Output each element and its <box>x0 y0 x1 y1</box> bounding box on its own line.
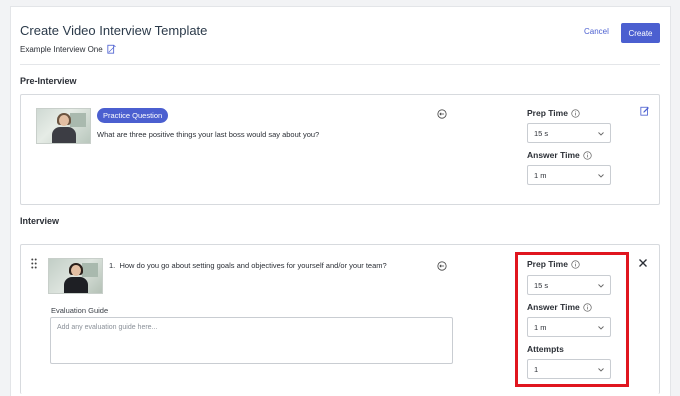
answer-time-select[interactable]: 1 m <box>527 165 611 185</box>
prep-time-label: Prep Time <box>527 108 580 118</box>
create-button[interactable]: Create <box>621 23 660 43</box>
template-name: Example Interview One <box>20 44 117 54</box>
info-icon <box>571 259 580 269</box>
edit-icon[interactable] <box>107 44 117 54</box>
answer-time-select[interactable]: 1 m <box>527 317 611 337</box>
question-text: How do you go about setting goals and ob… <box>119 261 387 270</box>
chevron-down-icon <box>598 368 604 372</box>
prep-time-select[interactable]: 15 s <box>527 275 611 295</box>
chevron-down-icon <box>598 326 604 330</box>
answer-time-label: Answer Time <box>527 302 592 312</box>
divider <box>20 64 660 65</box>
answer-time-label: Answer Time <box>527 150 592 160</box>
video-thumbnail[interactable] <box>36 108 91 144</box>
drag-handle-icon[interactable] <box>31 258 37 269</box>
practice-question-text: What are three positive things your last… <box>97 130 320 139</box>
video-thumbnail[interactable] <box>48 258 103 294</box>
info-icon <box>583 302 592 312</box>
swap-icon[interactable] <box>437 109 447 119</box>
attempts-label: Attempts <box>527 344 564 354</box>
close-icon[interactable] <box>638 258 648 268</box>
chevron-down-icon <box>598 174 604 178</box>
pre-interview-heading: Pre-Interview <box>20 76 77 86</box>
cancel-button[interactable]: Cancel <box>584 27 609 36</box>
info-icon <box>583 150 592 160</box>
interview-question-text: 1. How do you go about setting goals and… <box>109 261 387 270</box>
evaluation-guide-label: Evaluation Guide <box>51 306 109 315</box>
practice-question-badge: Practice Question <box>97 108 169 123</box>
prep-time-select[interactable]: 15 s <box>527 123 611 143</box>
page-title: Create Video Interview Template <box>20 23 208 38</box>
edit-icon[interactable] <box>640 106 650 116</box>
evaluation-guide-input[interactable]: Add any evaluation guide here... <box>50 317 453 364</box>
question-number: 1. <box>109 261 116 270</box>
prep-time-label: Prep Time <box>527 259 580 269</box>
chevron-down-icon <box>598 284 604 288</box>
template-name-label: Example Interview One <box>20 44 103 54</box>
attempts-select[interactable]: 1 <box>527 359 611 379</box>
info-icon <box>571 108 580 118</box>
swap-icon[interactable] <box>437 261 447 271</box>
chevron-down-icon <box>598 132 604 136</box>
interview-heading: Interview <box>20 216 60 226</box>
